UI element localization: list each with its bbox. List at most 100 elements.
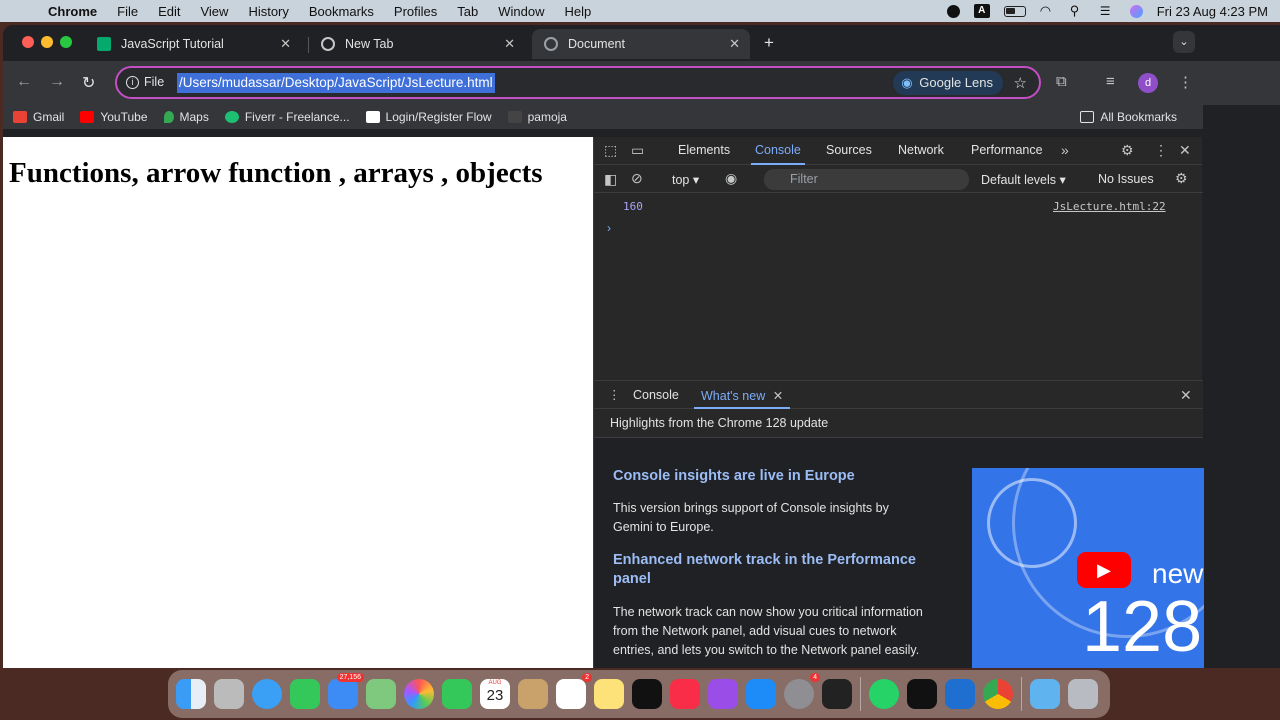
- system-settings-icon[interactable]: 4: [784, 673, 820, 709]
- downloads-folder-icon[interactable]: [1030, 679, 1060, 709]
- apple-menu-icon[interactable]: [12, 3, 26, 19]
- close-tab-icon[interactable]: ✕: [504, 36, 515, 52]
- context-selector[interactable]: top ▾: [672, 172, 699, 187]
- launchpad-icon[interactable]: [214, 679, 244, 709]
- wifi-icon[interactable]: ◠: [1040, 4, 1056, 18]
- close-window-button[interactable]: [22, 36, 34, 48]
- bookmark-star-icon[interactable]: ☆: [1014, 74, 1027, 92]
- tab-console[interactable]: Console: [751, 143, 805, 165]
- devtools-menu-icon[interactable]: ⋮: [1154, 142, 1168, 159]
- input-source-icon[interactable]: A: [973, 4, 990, 18]
- drawer-tab-console[interactable]: Console: [633, 388, 679, 402]
- console-source-link[interactable]: JsLecture.html:22: [1053, 200, 1166, 213]
- apple-tv-icon[interactable]: [632, 679, 662, 709]
- chrome-128-video-thumbnail[interactable]: ▶ new 128: [972, 468, 1204, 668]
- issues-counter[interactable]: No Issues: [1098, 172, 1154, 186]
- safari-icon[interactable]: [252, 679, 282, 709]
- close-tab-icon[interactable]: ✕: [729, 36, 740, 52]
- calendar-icon[interactable]: AUG 23: [480, 679, 510, 709]
- chrome-icon[interactable]: [983, 679, 1013, 709]
- terminal-icon[interactable]: [822, 679, 852, 709]
- contacts-icon[interactable]: [518, 679, 548, 709]
- google-lens-button[interactable]: Google Lens: [893, 71, 1003, 95]
- tab-new-tab[interactable]: New Tab ✕: [309, 29, 525, 59]
- menu-edit[interactable]: Edit: [158, 4, 180, 19]
- vscode-icon[interactable]: [945, 679, 975, 709]
- bookmark-login-register[interactable]: Login/Register Flow: [365, 110, 492, 124]
- tab-sources[interactable]: Sources: [826, 143, 872, 157]
- tab-performance[interactable]: Performance: [971, 143, 1043, 157]
- address-bar[interactable]: i File /Users/mudassar/Desktop/JavaScrip…: [115, 66, 1041, 99]
- close-tab-icon[interactable]: ✕: [773, 389, 783, 403]
- forward-icon[interactable]: →: [49, 73, 65, 91]
- youtube-play-icon[interactable]: ▶: [1077, 552, 1131, 588]
- back-icon[interactable]: ←: [16, 73, 32, 91]
- device-toolbar-icon[interactable]: ▭: [631, 142, 644, 159]
- clear-console-icon[interactable]: ⊘: [631, 170, 643, 187]
- drawer-menu-icon[interactable]: ⋮: [608, 387, 621, 402]
- sidebar-toggle-icon[interactable]: ◧: [604, 171, 617, 188]
- clock[interactable]: Fri 23 Aug 4:23 PM: [1157, 4, 1268, 19]
- live-expression-eye-icon[interactable]: ◉: [725, 170, 737, 187]
- messages-icon[interactable]: [290, 679, 320, 709]
- menu-history[interactable]: History: [248, 4, 288, 19]
- bookmark-pamoja[interactable]: pamoja: [507, 110, 567, 124]
- trash-icon[interactable]: [1068, 679, 1098, 709]
- mail-icon[interactable]: 27,156: [328, 673, 364, 709]
- tab-search-icon[interactable]: ⌄: [1173, 31, 1195, 53]
- notes-icon[interactable]: [594, 679, 624, 709]
- inspect-element-icon[interactable]: ⬚: [604, 142, 617, 159]
- battery-icon[interactable]: [1003, 5, 1026, 17]
- menu-tab[interactable]: Tab: [457, 4, 478, 19]
- close-drawer-icon[interactable]: ✕: [1180, 387, 1192, 404]
- reload-icon[interactable]: ↻: [82, 73, 95, 93]
- finder-icon[interactable]: [176, 679, 206, 709]
- whats-new-title-1[interactable]: Console insights are live in Europe: [613, 467, 933, 486]
- console-settings-icon[interactable]: ⚙: [1175, 170, 1188, 187]
- chrome-menu-icon[interactable]: ⋮: [1178, 73, 1193, 91]
- app-store-icon[interactable]: [746, 679, 776, 709]
- music-icon[interactable]: [670, 679, 700, 709]
- bookmark-youtube[interactable]: YouTube: [80, 110, 148, 124]
- new-tab-icon[interactable]: +: [764, 33, 774, 53]
- tab-network[interactable]: Network: [898, 143, 944, 157]
- bookmark-gmail[interactable]: Gmail: [13, 110, 64, 124]
- all-bookmarks[interactable]: All Bookmarks: [1080, 110, 1177, 124]
- menu-view[interactable]: View: [200, 4, 228, 19]
- profile-avatar[interactable]: d: [1138, 73, 1158, 93]
- zoom-window-button[interactable]: [60, 36, 72, 48]
- drawer-tab-whats-new[interactable]: What's new ✕: [701, 388, 783, 403]
- control-center-icon[interactable]: ☰: [1100, 4, 1116, 18]
- maps-app-icon[interactable]: [366, 679, 396, 709]
- menu-file[interactable]: File: [117, 4, 138, 19]
- devtools-settings-icon[interactable]: ⚙: [1121, 142, 1134, 159]
- site-info-icon[interactable]: i: [126, 76, 139, 89]
- close-devtools-icon[interactable]: ✕: [1179, 142, 1191, 159]
- close-tab-icon[interactable]: ✕: [280, 36, 291, 52]
- facetime-icon[interactable]: [442, 679, 472, 709]
- reminders-icon[interactable]: 2: [556, 673, 592, 709]
- tab-document[interactable]: Document ✕: [532, 29, 750, 59]
- tab-javascript-tutorial[interactable]: JavaScript Tutorial ✕: [85, 29, 301, 59]
- whats-new-title-2[interactable]: Enhanced network track in the Performanc…: [613, 551, 933, 589]
- terminal-app-icon[interactable]: [907, 679, 937, 709]
- menu-bookmarks[interactable]: Bookmarks: [309, 4, 374, 19]
- url-text[interactable]: /Users/mudassar/Desktop/JavaScript/JsLec…: [177, 73, 495, 93]
- menu-chrome[interactable]: Chrome: [48, 4, 97, 19]
- menu-help[interactable]: Help: [565, 4, 592, 19]
- tab-elements[interactable]: Elements: [678, 143, 730, 157]
- siri-icon[interactable]: [1129, 4, 1143, 18]
- whatsapp-icon[interactable]: [869, 679, 899, 709]
- minimize-window-button[interactable]: [41, 36, 53, 48]
- log-levels-dropdown[interactable]: Default levels ▾: [981, 172, 1066, 187]
- console-prompt-icon[interactable]: ›: [607, 221, 611, 235]
- record-icon[interactable]: [946, 4, 960, 18]
- reading-list-icon[interactable]: ≡: [1106, 73, 1115, 90]
- console-filter-input[interactable]: Filter: [764, 169, 969, 190]
- menu-profiles[interactable]: Profiles: [394, 4, 437, 19]
- extensions-icon[interactable]: ⧉: [1056, 73, 1067, 90]
- bookmark-fiverr[interactable]: Fiverr - Freelance...: [224, 110, 350, 124]
- menu-window[interactable]: Window: [498, 4, 544, 19]
- podcasts-icon[interactable]: [708, 679, 738, 709]
- more-tabs-icon[interactable]: »: [1061, 142, 1069, 158]
